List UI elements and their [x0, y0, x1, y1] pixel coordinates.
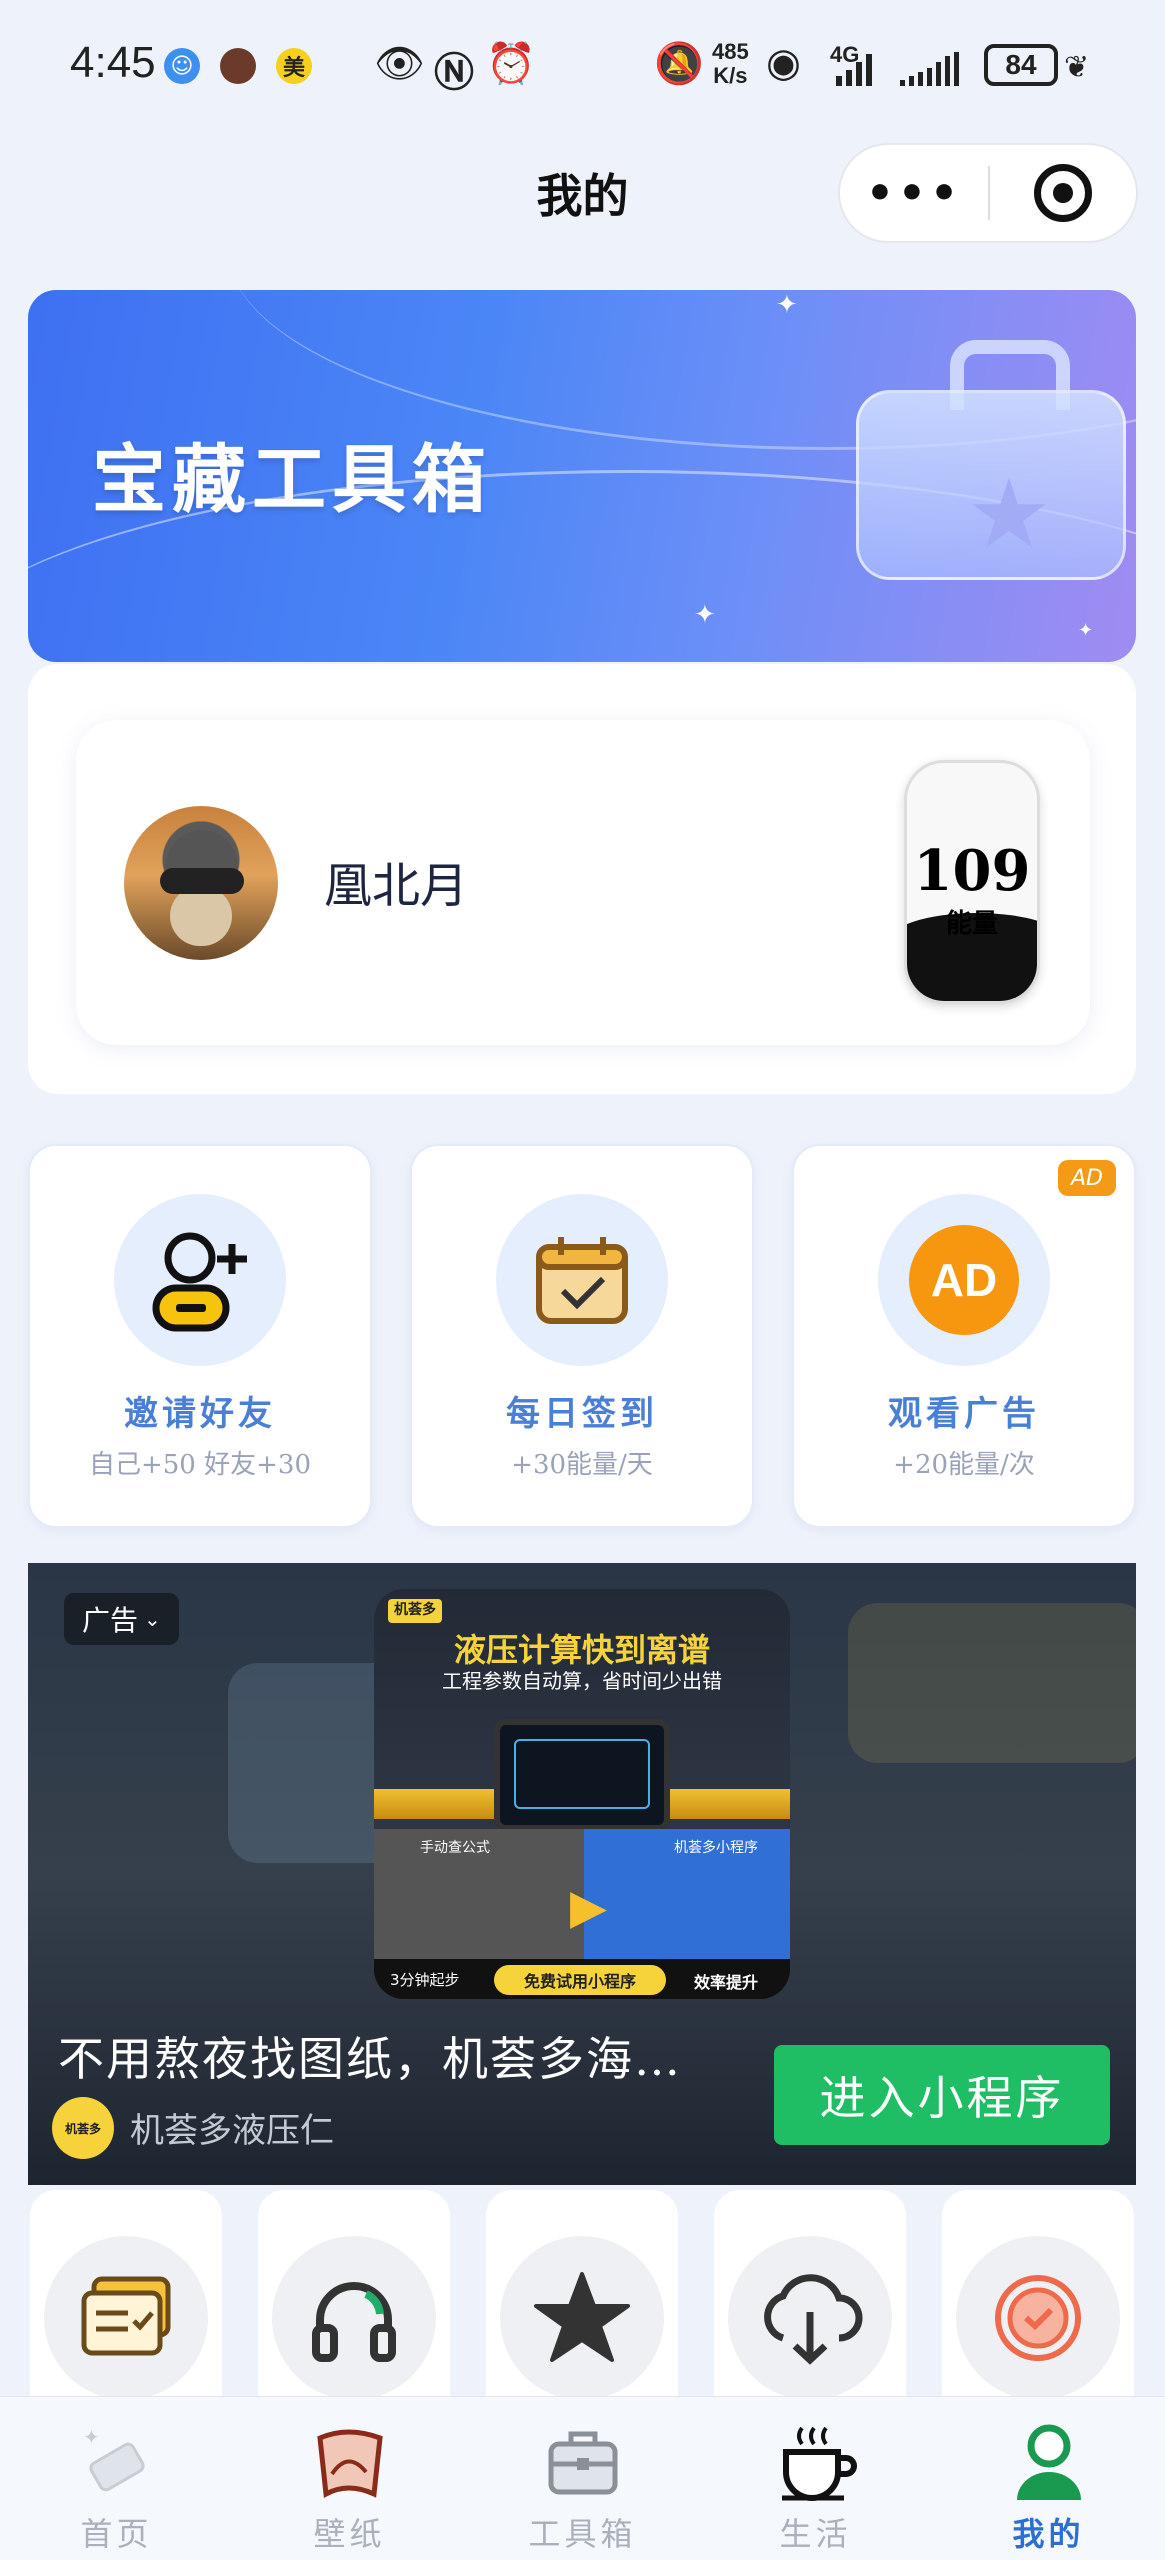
- energy-counter[interactable]: 109 能量: [904, 760, 1040, 1004]
- headphones-icon: [272, 2236, 436, 2400]
- alarm-icon: ⏰: [486, 41, 536, 87]
- task-invite-friends[interactable]: 邀请好友 自己+50 好友+30: [28, 1144, 372, 1528]
- banner-title: 宝藏工具箱: [92, 437, 492, 523]
- star-icon: [500, 2236, 664, 2400]
- tab-bar: ✦ 首页 壁纸 工具箱 生活 我的: [0, 2396, 1165, 2560]
- avatar-app-icon: [220, 48, 256, 84]
- grid-item-badges[interactable]: [942, 2190, 1134, 2410]
- status-time: 4:45: [70, 38, 156, 87]
- close-button[interactable]: [990, 164, 1136, 222]
- svg-text:✦: ✦: [83, 2425, 100, 2449]
- signal-icon: [836, 52, 888, 86]
- sparkle-icon: ✦: [776, 290, 798, 320]
- task-title: 邀请好友: [124, 1394, 276, 1434]
- sparkle-icon: ✦: [1078, 620, 1094, 641]
- task-subtitle: +30能量/天: [511, 1450, 653, 1480]
- arrow-right-icon: ▶: [570, 1879, 607, 1935]
- calendar-check-icon: [496, 1194, 668, 1366]
- add-friend-icon: [114, 1194, 286, 1366]
- ad-icon: AD: [878, 1194, 1050, 1366]
- tab-life[interactable]: 生活: [699, 2407, 932, 2557]
- task-daily-checkin[interactable]: 每日签到 +30能量/天: [410, 1144, 754, 1528]
- grid-item-favorites[interactable]: [486, 2190, 678, 2410]
- ad-headline: 不用熬夜找图纸，机荟多海…: [58, 2032, 682, 2086]
- task-title: 每日签到: [506, 1394, 658, 1434]
- battery-indicator: 84: [984, 44, 1058, 86]
- poster-cta: 免费试用小程序: [494, 1965, 666, 1995]
- energy-value: 109: [913, 838, 1031, 904]
- username: 凰北月: [324, 858, 469, 914]
- chevron-down-icon: ⌄: [144, 1607, 161, 1631]
- grid-item-downloads[interactable]: [714, 2190, 906, 2410]
- ad-badge: AD: [1058, 1160, 1116, 1196]
- tab-label: 生活: [779, 2515, 852, 2553]
- tab-label: 首页: [80, 2515, 153, 2553]
- sparkle-icon: ✦: [694, 600, 716, 630]
- enter-mini-program-button[interactable]: 进入小程序: [774, 2045, 1110, 2145]
- ad-source-logo: 机荟多: [52, 2097, 114, 2159]
- signal-2-icon: [900, 52, 974, 86]
- energy-label: 能量: [945, 909, 998, 939]
- poster-bottom-right: 效率提升: [694, 1973, 759, 1992]
- task-title: 观看广告: [888, 1394, 1040, 1434]
- leaf-icon: ❦: [1064, 50, 1090, 85]
- task-watch-ad[interactable]: AD 观看广告 +20能量/次: [792, 1144, 1136, 1528]
- badge-icon: [956, 2236, 1120, 2400]
- tab-label: 我的: [1012, 2515, 1085, 2553]
- mini-program-capsule: •••: [838, 143, 1138, 243]
- toolbox-icon: [466, 2417, 699, 2507]
- meituan-app-icon: 美: [276, 48, 312, 84]
- tab-toolbox[interactable]: 工具箱: [466, 2407, 699, 2557]
- task-list-icon: [44, 2236, 208, 2400]
- more-icon[interactable]: •••: [840, 145, 988, 241]
- eraser-home-icon: ✦: [0, 2417, 233, 2507]
- poster-brand: 机荟多: [388, 1599, 442, 1623]
- cloud-download-icon: [728, 2236, 892, 2400]
- ad-label-dropdown[interactable]: 广告 ⌄: [64, 1593, 179, 1645]
- poster-bottom-left: 3分钟起步: [390, 1971, 460, 1989]
- nfc-icon: Ⓝ: [434, 50, 474, 96]
- grid-item-tasks[interactable]: [30, 2190, 222, 2410]
- tab-home[interactable]: ✦ 首页: [0, 2407, 233, 2557]
- wallpaper-icon: [233, 2417, 466, 2507]
- poster-panel-right-label: 机荟多小程序: [674, 1840, 758, 1856]
- ink-decoration: [907, 938, 1037, 1001]
- avatar[interactable]: [124, 806, 278, 960]
- coffee-icon: [699, 2417, 932, 2507]
- status-bar: 4:45 ☺ 美 👁 Ⓝ ⏰ 🔕 485 K/s ◉ 4G 84 ❦: [0, 0, 1165, 130]
- tab-wallpaper[interactable]: 壁纸: [233, 2407, 466, 2557]
- qq-app-icon: ☺: [164, 48, 200, 84]
- task-subtitle: +20能量/次: [893, 1450, 1035, 1480]
- poster-tablet-screen: [514, 1739, 650, 1809]
- profile-icon: [932, 2417, 1165, 2507]
- toolbox-banner[interactable]: 宝藏工具箱 ★ ✦ ✦ ✦: [28, 290, 1136, 662]
- star-icon: ★: [966, 458, 1053, 570]
- ad-source-name: 机荟多液压仁: [130, 2111, 334, 2151]
- avatar-visor: [160, 868, 244, 894]
- tab-mine[interactable]: 我的: [932, 2407, 1165, 2557]
- tab-label: 壁纸: [313, 2515, 386, 2553]
- grid-item-support[interactable]: [258, 2190, 450, 2410]
- net-speed: 485 K/s: [712, 39, 749, 88]
- avatar-face: [170, 886, 232, 946]
- ad-poster-image[interactable]: 机荟多 液压计算快到离谱 工程参数自动算，省时间少出错 手动查公式 机荟多小程序…: [374, 1589, 790, 1999]
- poster-subline: 工程参数自动算，省时间少出错: [442, 1669, 722, 1693]
- tab-label: 工具箱: [528, 2515, 637, 2553]
- ad-banner[interactable]: 广告 ⌄ 机荟多 液压计算快到离谱 工程参数自动算，省时间少出错 手动查公式 机荟…: [28, 1563, 1136, 2185]
- target-icon: [1034, 164, 1092, 222]
- eye-icon: 👁: [374, 41, 425, 87]
- task-subtitle: 自己+50 好友+30: [88, 1450, 311, 1480]
- mute-icon: 🔕: [654, 41, 704, 87]
- poster-panel-left-label: 手动查公式: [420, 1840, 490, 1856]
- hotspot-icon: ◉: [766, 40, 801, 86]
- ad-background-blur: [848, 1603, 1136, 1763]
